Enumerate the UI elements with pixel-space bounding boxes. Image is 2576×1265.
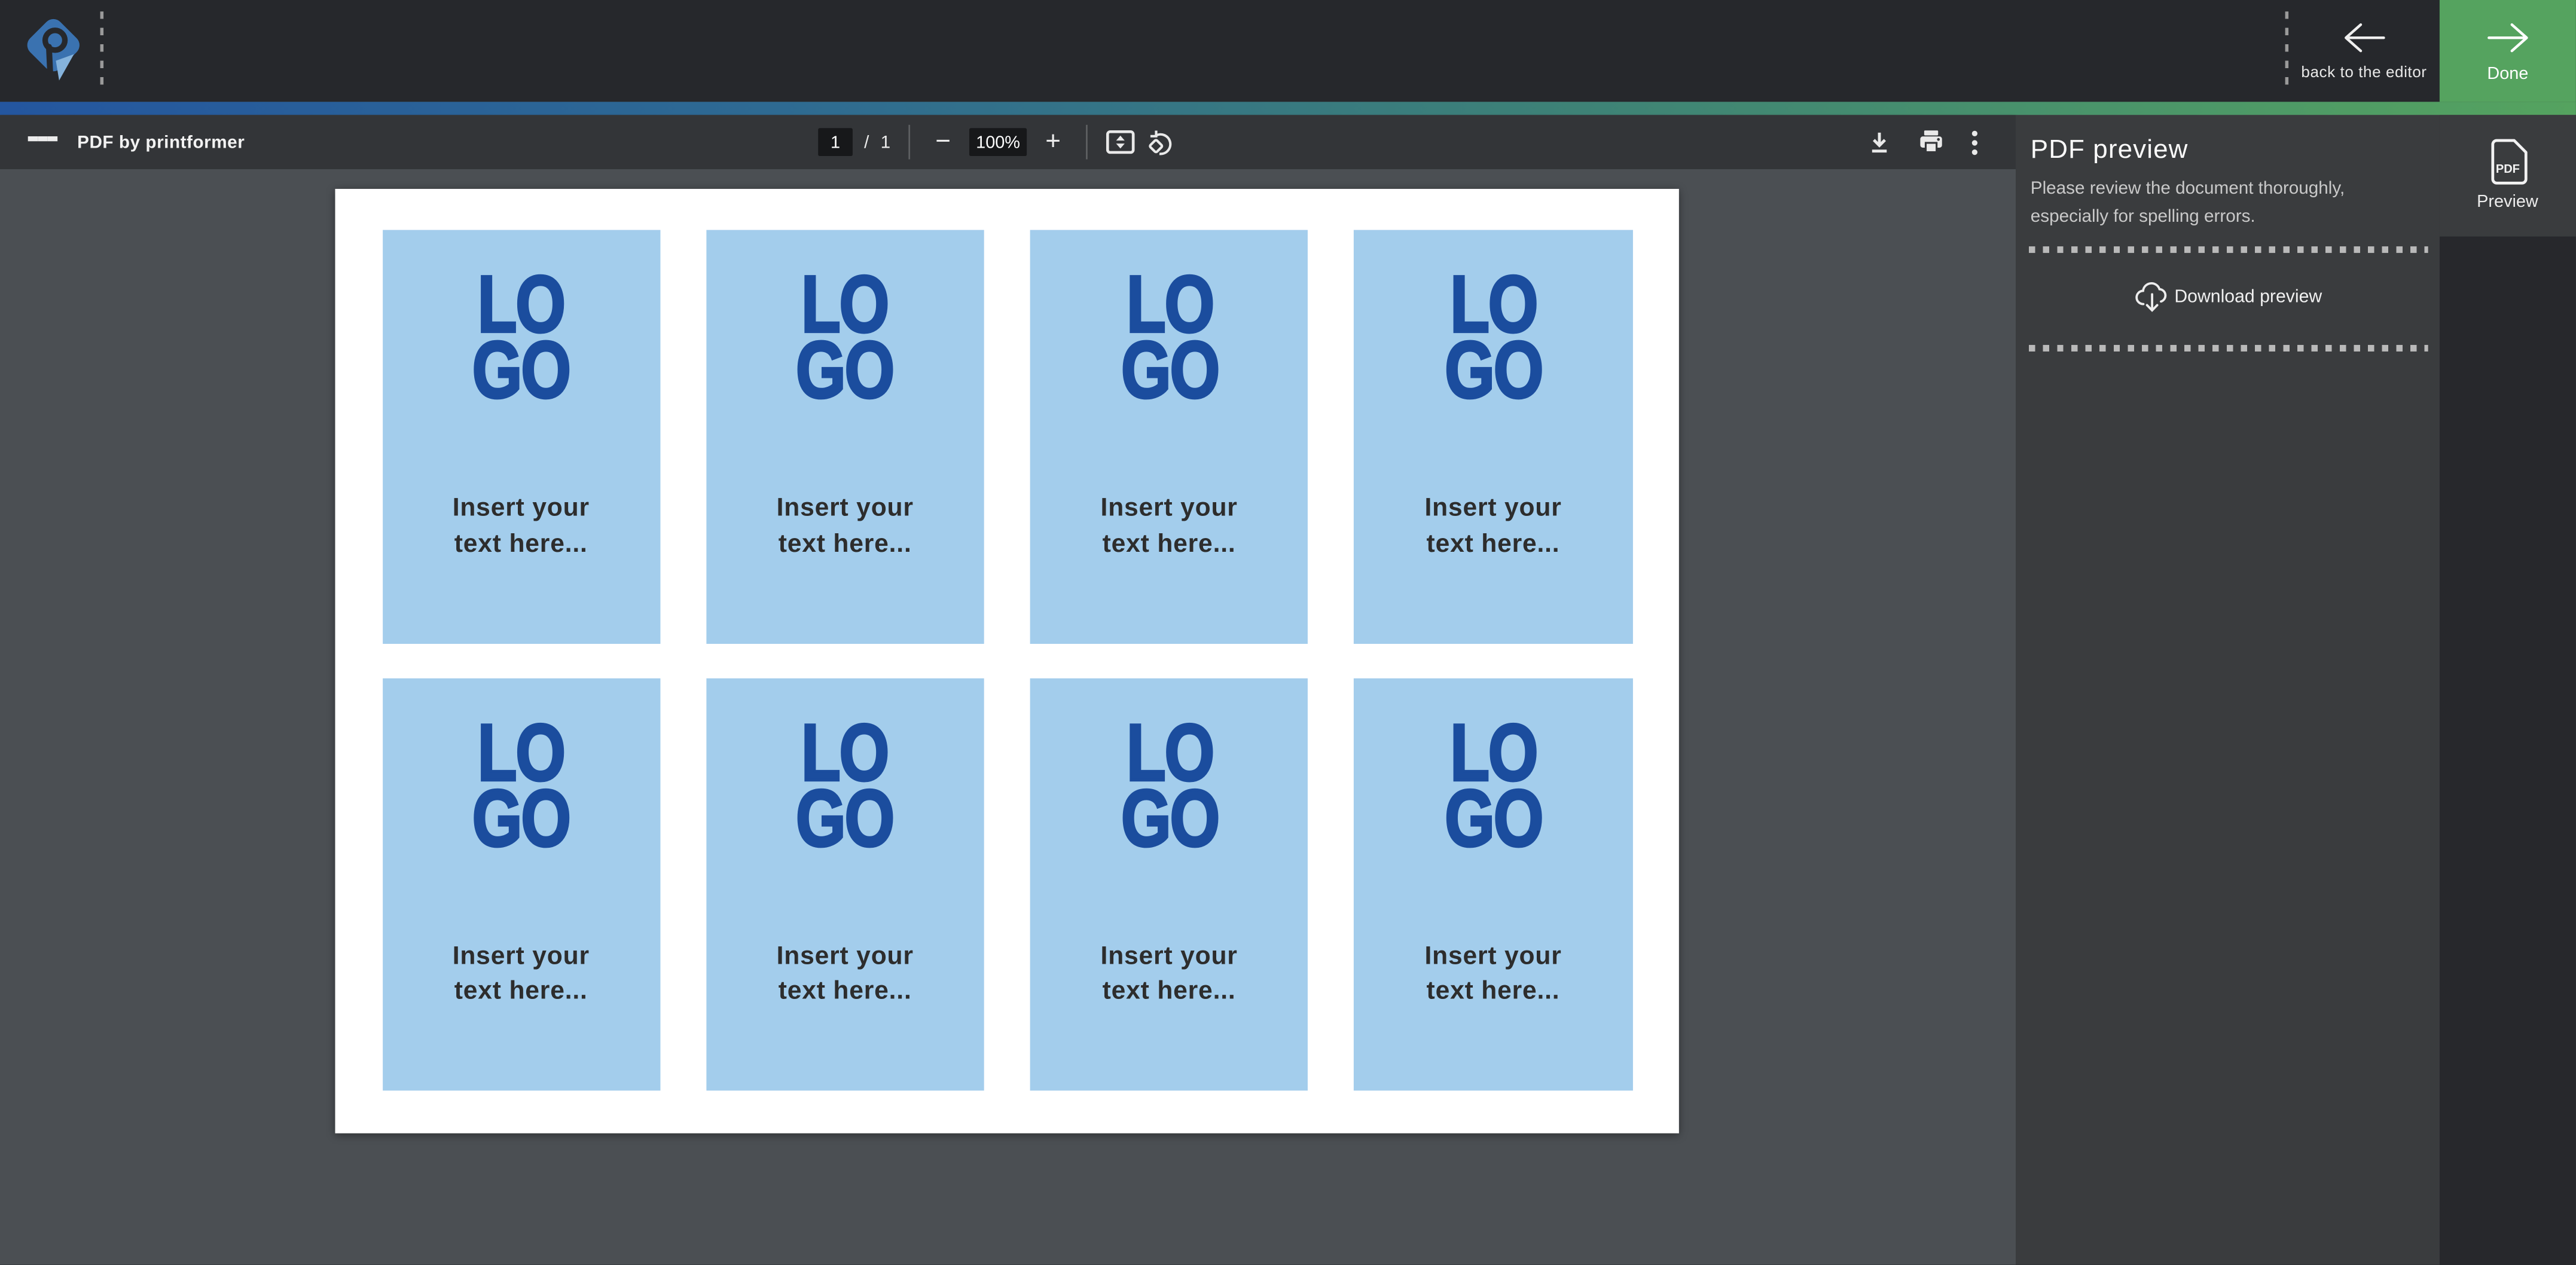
card-logo-line2: GO xyxy=(796,338,894,404)
card-text-line1: Insert your xyxy=(1424,939,1561,974)
card-placeholder-text: Insert your text here... xyxy=(1424,491,1561,561)
card-placeholder-text: Insert your text here... xyxy=(453,491,590,561)
app-window: back to the editor Done PDF by printform… xyxy=(0,0,2576,1265)
page-fit-button[interactable] xyxy=(1106,130,1135,154)
card-placeholder-text: Insert your text here... xyxy=(777,491,914,561)
label-card: LO GO Insert your text here... xyxy=(1030,230,1308,643)
label-card: LO GO Insert your text here... xyxy=(706,230,984,643)
rotate-icon xyxy=(1147,129,1175,157)
label-card: LO GO Insert your text here... xyxy=(382,677,660,1090)
card-logo-line2: GO xyxy=(1444,786,1542,852)
card-text-line2: text here... xyxy=(453,527,590,562)
card-logo: LO GO xyxy=(1108,273,1230,404)
panel-description-line1: Please review the document thoroughly, xyxy=(2031,176,2345,203)
svg-text:PDF: PDF xyxy=(2495,163,2519,176)
back-to-editor-button[interactable]: back to the editor xyxy=(2288,0,2440,102)
card-text-line1: Insert your xyxy=(1101,491,1238,526)
card-logo-line2: GO xyxy=(796,786,894,852)
toolbar-right-controls xyxy=(1866,115,1979,169)
download-preview-label: Download preview xyxy=(2174,288,2322,308)
toolbar-separator xyxy=(1086,125,1088,160)
zoom-out-button[interactable]: − xyxy=(928,124,957,160)
card-logo-line2: GO xyxy=(472,338,570,404)
back-to-editor-label: back to the editor xyxy=(2301,64,2427,82)
card-logo-line2: GO xyxy=(1121,786,1218,852)
download-preview-button[interactable]: Download preview xyxy=(2015,278,2439,317)
arrow-left-icon xyxy=(2339,20,2388,56)
panel-description-line2: especially for spelling errors. xyxy=(2031,203,2345,230)
top-bar: back to the editor Done xyxy=(0,0,2576,102)
done-label: Done xyxy=(2487,63,2528,83)
print-button[interactable] xyxy=(1916,129,1945,157)
card-text-line1: Insert your xyxy=(453,939,590,974)
card-logo: LO GO xyxy=(1432,720,1554,852)
card-logo: LO GO xyxy=(1108,720,1230,852)
page-fit-icon xyxy=(1106,130,1135,154)
arrow-right-icon xyxy=(2483,19,2532,55)
cloud-download-icon xyxy=(2132,280,2171,316)
panel-title: PDF preview xyxy=(2031,137,2189,166)
pdf-preview-panel: PDF preview Please review the document t… xyxy=(2015,115,2439,1265)
toolbar-separator xyxy=(908,125,910,160)
card-logo: LO GO xyxy=(460,273,582,404)
card-logo: LO GO xyxy=(784,720,906,852)
progress-bar xyxy=(0,102,2576,115)
card-text-line1: Insert your xyxy=(777,491,914,526)
pdf-viewer-area: LO GO Insert your text here... LO GO Ins… xyxy=(0,169,2015,1265)
card-logo-line2: GO xyxy=(1121,338,1218,404)
zoom-in-button[interactable]: + xyxy=(1038,124,1067,160)
tab-preview-label: Preview xyxy=(2477,193,2538,213)
card-text-line1: Insert your xyxy=(777,939,914,974)
dashed-separator xyxy=(2028,346,2428,352)
page-number-input[interactable] xyxy=(818,128,853,157)
label-card: LO GO Insert your text here... xyxy=(1354,677,1632,1090)
card-logo-line2: GO xyxy=(472,786,570,852)
printformer-logo-icon xyxy=(20,15,86,90)
card-text-line2: text here... xyxy=(1424,974,1561,1009)
label-card: LO GO Insert your text here... xyxy=(382,230,660,643)
card-text-line2: text here... xyxy=(453,974,590,1009)
card-text-line2: text here... xyxy=(1424,527,1561,562)
card-logo: LO GO xyxy=(784,273,906,404)
page-divider: / xyxy=(864,133,869,152)
card-logo-line2: GO xyxy=(1444,338,1542,404)
toolbar-center-controls: / 1 − 100% + xyxy=(818,115,1174,169)
card-placeholder-text: Insert your text here... xyxy=(453,939,590,1009)
document-title: PDF by printformer xyxy=(77,115,245,169)
right-tab-strip: PDF Preview xyxy=(2439,115,2576,1265)
more-options-icon[interactable] xyxy=(1969,129,1979,155)
print-icon xyxy=(1916,129,1945,157)
panel-description: Please review the document thoroughly, e… xyxy=(2031,176,2345,231)
card-placeholder-text: Insert your text here... xyxy=(1101,491,1238,561)
card-placeholder-text: Insert your text here... xyxy=(1424,939,1561,1009)
card-placeholder-text: Insert your text here... xyxy=(777,939,914,1009)
page-total: 1 xyxy=(881,133,891,152)
pdf-toolbar: PDF by printformer / 1 − 100% + xyxy=(0,115,2015,169)
card-logo: LO GO xyxy=(1432,273,1554,404)
label-card: LO GO Insert your text here... xyxy=(706,677,984,1090)
card-placeholder-text: Insert your text here... xyxy=(1101,939,1238,1009)
card-logo: LO GO xyxy=(460,720,582,852)
dashed-separator xyxy=(2028,247,2428,253)
sidebar-toggle-icon[interactable] xyxy=(28,129,57,155)
label-card: LO GO Insert your text here... xyxy=(1354,230,1632,643)
zoom-level-value[interactable]: 100% xyxy=(969,128,1027,157)
pdf-page: LO GO Insert your text here... LO GO Ins… xyxy=(335,189,1678,1133)
card-text-line2: text here... xyxy=(777,527,914,562)
card-text-line2: text here... xyxy=(1101,974,1238,1009)
card-text-line1: Insert your xyxy=(453,491,590,526)
label-card: LO GO Insert your text here... xyxy=(1030,677,1308,1090)
card-text-line1: Insert your xyxy=(1424,491,1561,526)
download-button[interactable] xyxy=(1866,129,1892,155)
card-text-line1: Insert your xyxy=(1101,939,1238,974)
card-text-line2: text here... xyxy=(777,974,914,1009)
pdf-file-icon: PDF xyxy=(2487,139,2528,187)
tab-preview[interactable]: PDF Preview xyxy=(2439,115,2576,236)
card-text-line2: text here... xyxy=(1101,527,1238,562)
download-icon xyxy=(1866,129,1892,155)
rotate-button[interactable] xyxy=(1147,129,1175,157)
topbar-divider xyxy=(100,11,103,92)
done-button[interactable]: Done xyxy=(2440,0,2576,102)
